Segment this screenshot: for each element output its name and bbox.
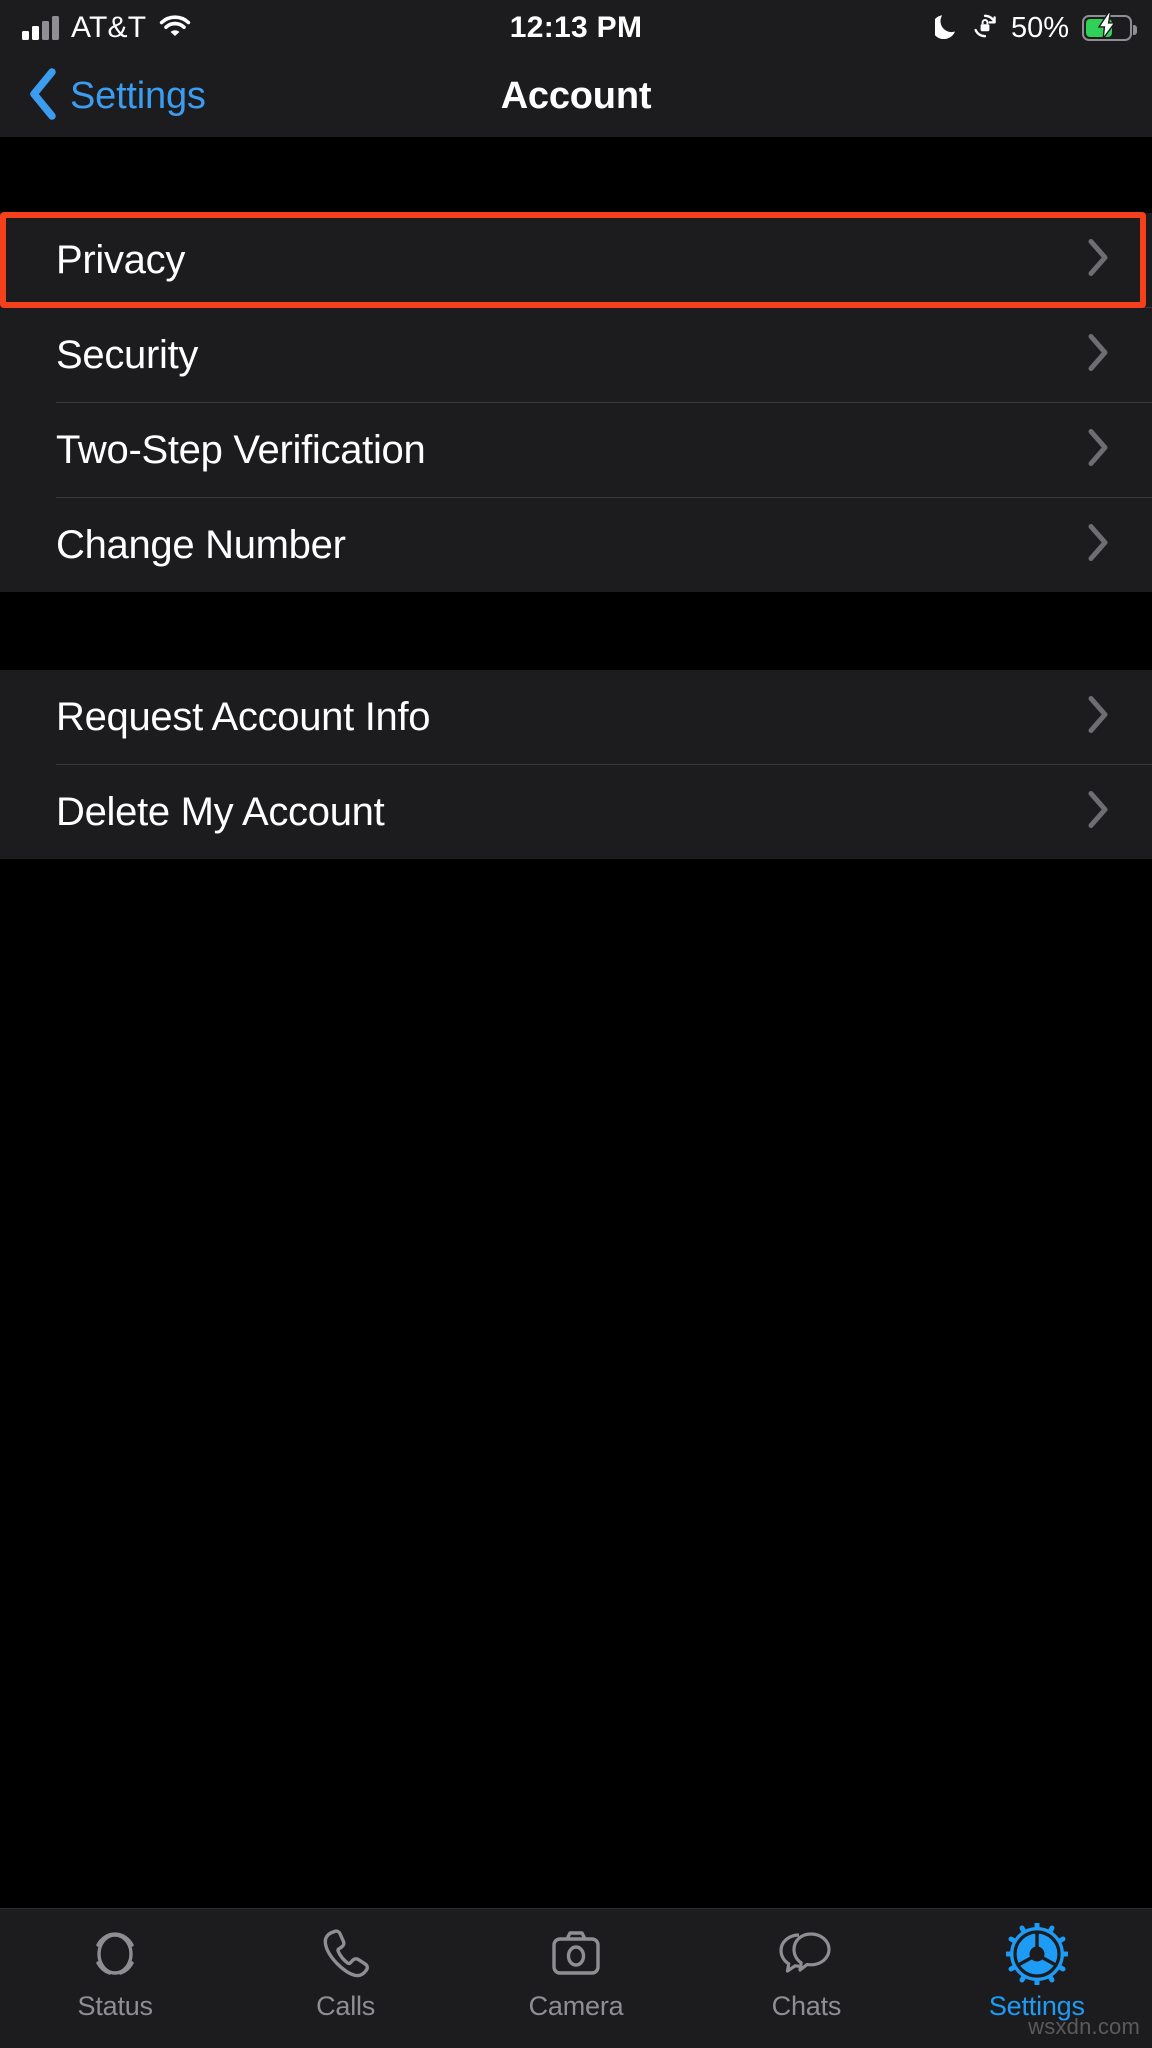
chevron-right-icon [1086,428,1110,473]
gear-icon [1005,1923,1068,1985]
status-bar: AT&T 12:13 PM 50% [0,0,1152,56]
clock-label: 12:13 PM [509,11,643,44]
phone-screen: AT&T 12:13 PM 50% Settings Account Priva… [0,0,1152,2048]
tab-label: Status [77,1991,154,2021]
rotation-lock-icon [972,13,998,44]
battery-percent-label: 50% [1010,11,1069,44]
tab-label: Camera [528,1991,624,2021]
list-item-label: Privacy [56,237,186,282]
settings-group-account-data: Request Account Info Delete My Account [0,670,1152,859]
list-item-privacy[interactable]: Privacy [0,213,1152,307]
list-item-label: Two-Step Verification [56,427,426,472]
tab-calls[interactable]: Calls [230,1909,460,2048]
phone-icon [317,1923,375,1985]
list-item-label: Change Number [56,522,346,567]
navigation-bar: Settings Account [0,56,1152,137]
chat-bubbles-icon [775,1923,837,1985]
list-item-label: Request Account Info [56,694,431,739]
battery-charging-icon [1082,11,1137,42]
list-item-change-number[interactable]: Change Number [0,498,1152,592]
status-rings-icon [84,1923,146,1985]
tab-chats[interactable]: Chats [691,1909,921,2048]
status-bar-right: 50% [931,0,1137,56]
page-title: Account [500,75,652,117]
list-top-spacer [0,137,1152,213]
list-item-request-account-info[interactable]: Request Account Info [0,670,1152,764]
tab-status[interactable]: Status [0,1909,230,2048]
chevron-right-icon [1086,790,1110,835]
tab-label: Chats [771,1991,842,2021]
chevron-right-icon [1086,333,1110,378]
list-item-delete-my-account[interactable]: Delete My Account [0,765,1152,859]
list-item-security[interactable]: Security [0,308,1152,402]
settings-list: Privacy Security Two-Step Verification C… [0,137,1152,2048]
watermark-label: wsxdn.com [1028,2014,1140,2039]
moon-icon [931,13,959,44]
tab-bar: Status Calls Camera Chats Settings wsxdn… [0,1908,1152,2048]
list-item-label: Delete My Account [56,789,385,834]
chevron-right-icon [1086,695,1110,740]
camera-icon [547,1923,605,1985]
settings-group-account: Privacy Security Two-Step Verification C… [0,213,1152,592]
tab-label: Calls [316,1991,376,2021]
list-group-spacer [0,592,1152,670]
chevron-right-icon [1086,523,1110,568]
list-item-two-step-verification[interactable]: Two-Step Verification [0,403,1152,497]
tab-camera[interactable]: Camera [461,1909,691,2048]
chevron-right-icon [1086,238,1110,283]
list-item-label: Security [56,332,199,377]
